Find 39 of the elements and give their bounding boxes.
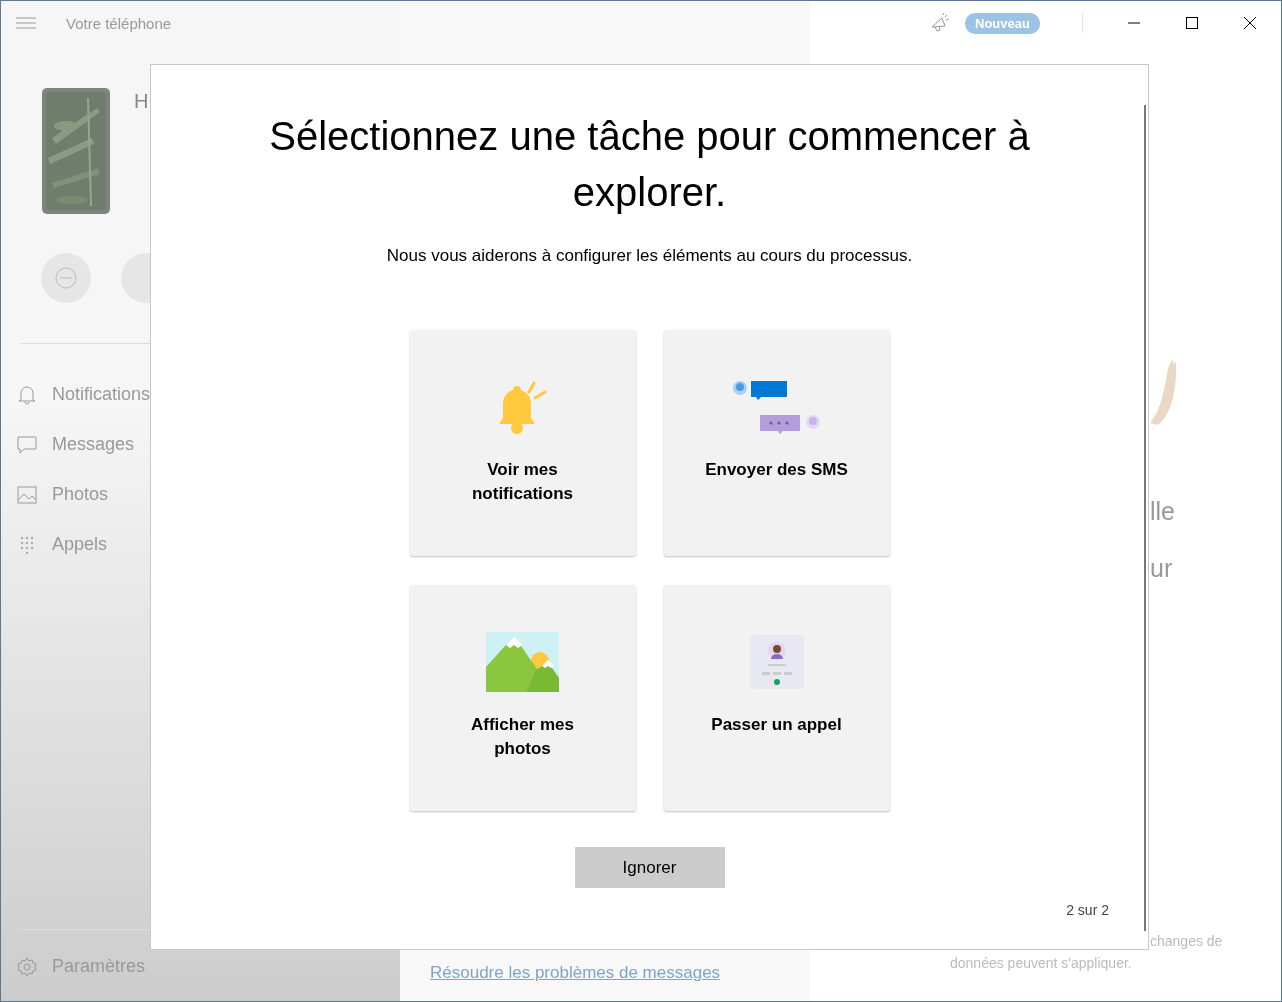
nav-item[interactable]: Photos	[1, 482, 400, 507]
task-label: Afficher mes photos	[470, 714, 575, 760]
nav-item[interactable]: Appels	[1, 532, 400, 557]
chat-icon	[17, 434, 37, 455]
task-card[interactable]: Afficher mes photos	[409, 585, 636, 811]
minus-circle-icon	[55, 267, 77, 289]
photo-icon	[17, 485, 37, 504]
megaphone-icon[interactable]	[930, 13, 950, 33]
mountains-icon	[486, 632, 559, 692]
app-title: Votre téléphone	[66, 14, 172, 32]
footer-text: changes de	[1149, 933, 1224, 949]
close-icon	[1243, 17, 1256, 29]
skip-button[interactable]: Ignorer	[574, 847, 725, 888]
dialog-subtitle: Nous vous aiderons à configurer les éléments au cours du processus.	[386, 246, 913, 266]
task-card[interactable]: Voir mes notifications	[409, 330, 636, 556]
menu-icon[interactable]	[16, 17, 36, 29]
task-label: Passer un appel	[710, 714, 843, 736]
description-text: ur	[1150, 554, 1173, 583]
dialog-title: Sélectionnez une tâche pour commencer à explorer.	[268, 113, 1031, 216]
footer-text: données peuvent s'appliquer.	[949, 955, 1133, 971]
page-indicator: 2 sur 2	[1066, 902, 1109, 918]
description-text: lle	[1150, 497, 1175, 526]
bell-icon	[17, 384, 37, 405]
scrollbar[interactable]	[1144, 105, 1146, 931]
nav-item[interactable]: Messages	[1, 432, 400, 457]
task-card[interactable]: Passer un appel	[663, 585, 890, 811]
troubleshoot-link[interactable]: Résoudre les problèmes de messages	[430, 963, 810, 983]
task-label: Envoyer des SMS	[704, 459, 849, 481]
nav-item[interactable]: Notifications	[1, 382, 400, 407]
do-not-disturb-button[interactable]	[41, 253, 91, 303]
settings-icon	[17, 956, 37, 977]
task-card[interactable]: Envoyer des SMS	[663, 330, 890, 556]
chat-bubbles-icon	[730, 379, 823, 435]
new-badge: Nouveau	[965, 12, 1040, 34]
maximize-icon	[1185, 17, 1198, 29]
device-name: H	[134, 90, 149, 113]
hand-drawing	[1150, 359, 1177, 427]
contact-card-icon	[749, 635, 804, 689]
task-label: Voir mes notifications	[470, 459, 575, 505]
